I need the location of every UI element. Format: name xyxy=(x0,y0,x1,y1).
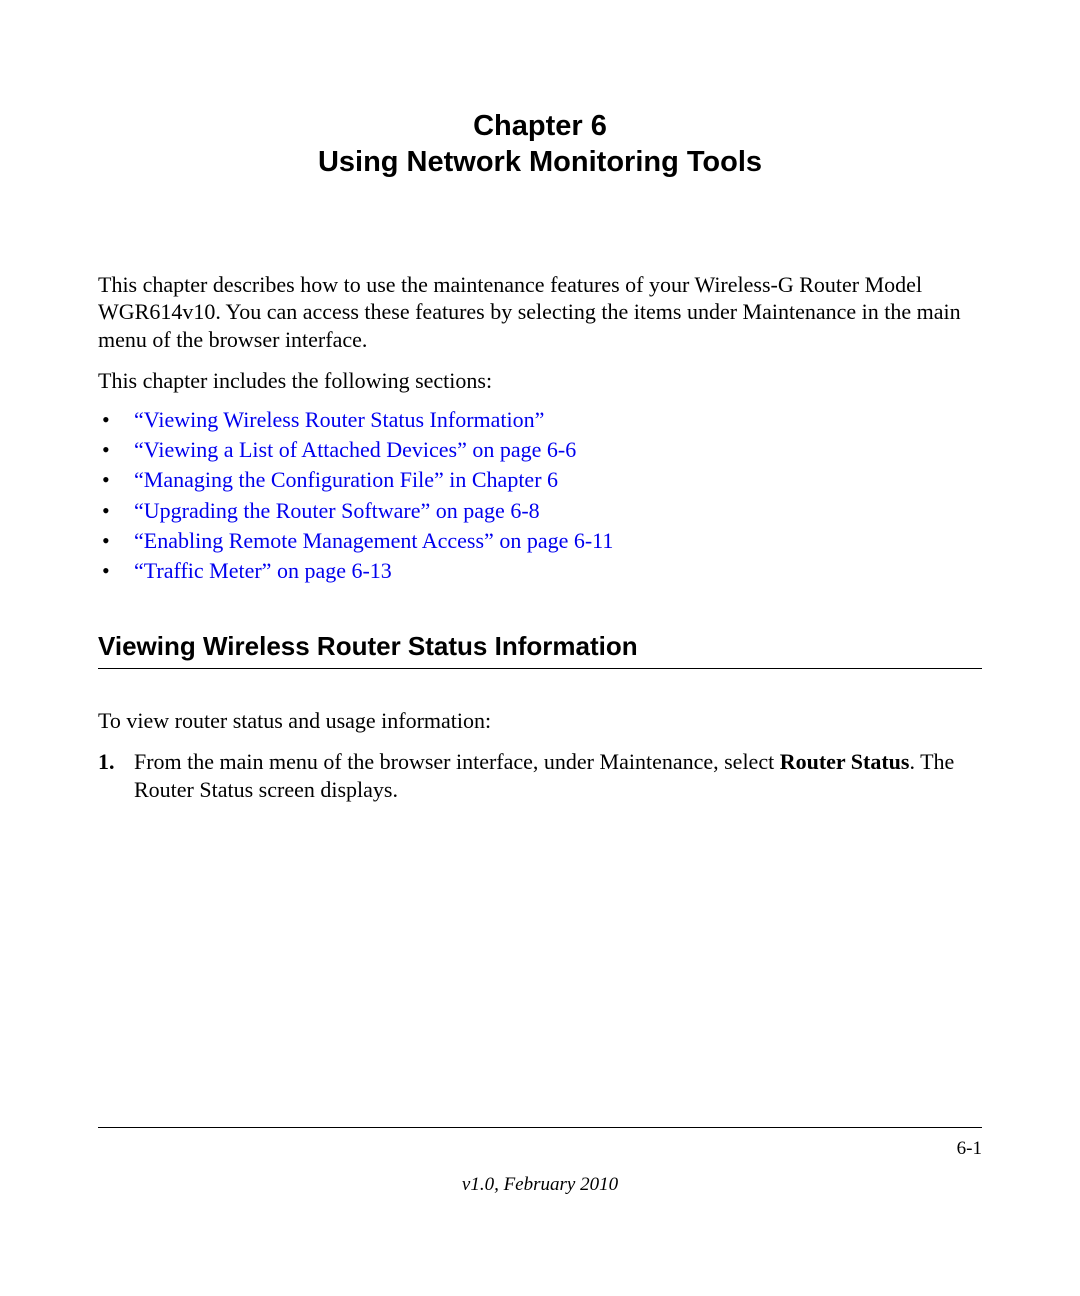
toc-item: “Viewing Wireless Router Status Informat… xyxy=(98,405,982,435)
toc-link[interactable]: “Viewing a List of Attached Devices” on … xyxy=(134,437,576,462)
toc-item: “Traffic Meter” on page 6-13 xyxy=(98,556,982,586)
toc-list: “Viewing Wireless Router Status Informat… xyxy=(98,405,982,587)
page-number: 6-1 xyxy=(957,1138,982,1160)
toc-lead-in: This chapter includes the following sect… xyxy=(98,367,982,395)
toc-item: “Managing the Configuration File” in Cha… xyxy=(98,465,982,495)
toc-link[interactable]: “Upgrading the Router Software” on page … xyxy=(134,498,540,523)
toc-item: “Enabling Remote Management Access” on p… xyxy=(98,526,982,556)
toc-link[interactable]: “Enabling Remote Management Access” on p… xyxy=(134,528,613,553)
toc-link[interactable]: “Traffic Meter” on page 6-13 xyxy=(134,558,392,583)
chapter-intro: This chapter describes how to use the ma… xyxy=(98,271,982,354)
section-heading: Viewing Wireless Router Status Informati… xyxy=(98,631,982,669)
chapter-heading: Chapter 6 Using Network Monitoring Tools xyxy=(98,108,982,181)
toc-link[interactable]: “Viewing Wireless Router Status Informat… xyxy=(134,407,544,432)
footer-rule xyxy=(98,1127,982,1128)
step-text-pre: From the main menu of the browser interf… xyxy=(134,749,780,774)
chapter-number: Chapter 6 xyxy=(98,108,982,144)
step-text-bold: Router Status xyxy=(780,749,910,774)
step-list: 1. From the main menu of the browser int… xyxy=(98,748,982,803)
chapter-title: Using Network Monitoring Tools xyxy=(98,144,982,180)
step-item: 1. From the main menu of the browser int… xyxy=(98,748,982,803)
section-intro: To view router status and usage informat… xyxy=(98,707,982,735)
toc-item: “Viewing a List of Attached Devices” on … xyxy=(98,435,982,465)
toc-item: “Upgrading the Router Software” on page … xyxy=(98,496,982,526)
toc-link[interactable]: “Managing the Configuration File” in Cha… xyxy=(134,467,558,492)
step-number: 1. xyxy=(98,748,115,776)
footer-version: v1.0, February 2010 xyxy=(98,1174,982,1196)
page-footer: 6-1 v1.0, February 2010 xyxy=(98,1127,982,1196)
